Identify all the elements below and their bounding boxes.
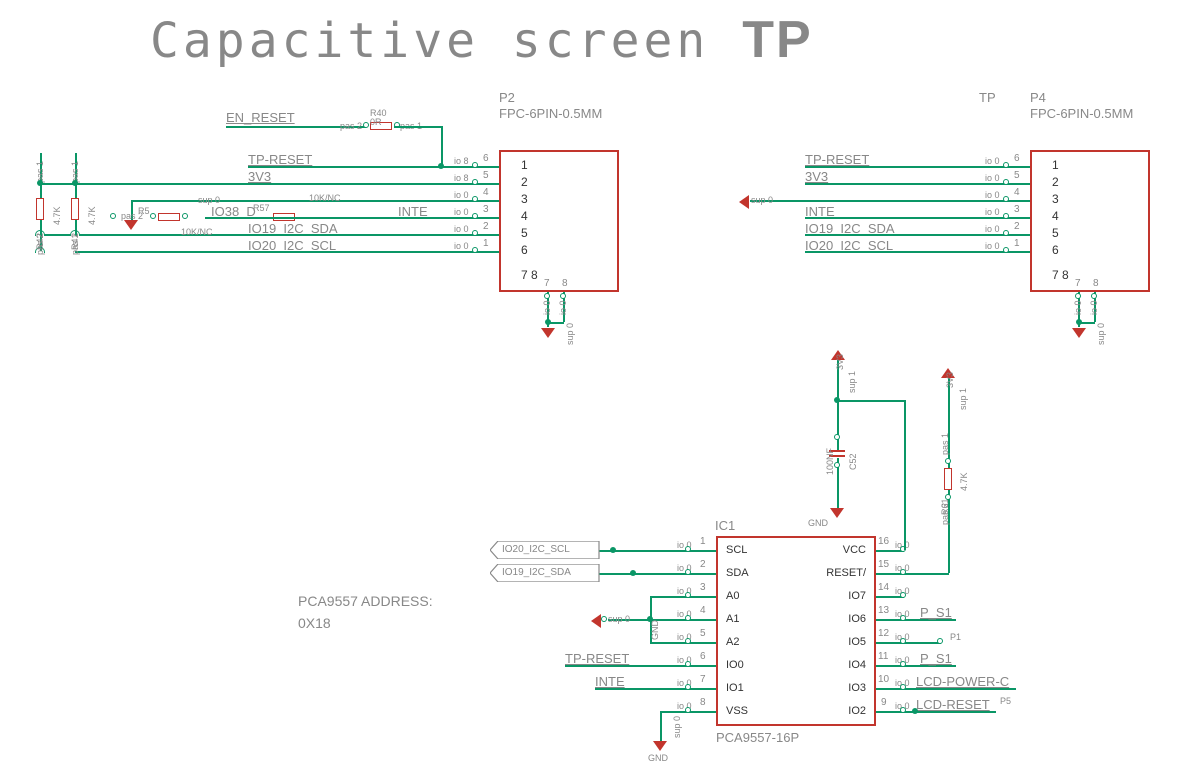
page-title: Capacitive screen TP xyxy=(150,10,813,70)
r40-value: 0R xyxy=(370,117,382,127)
title-suffix: TP xyxy=(742,11,812,69)
gnd-label-bottom: GND xyxy=(648,753,668,763)
connector-p4: TP P4 FPC-6PIN-0.5MM 1 2 3 4 5 6 7 8 TP-… xyxy=(730,80,1170,360)
address-note: PCA9557 ADDRESS: 0X18 xyxy=(298,590,433,635)
net-tp-reset: TP-RESET xyxy=(248,152,312,167)
r41 xyxy=(71,198,79,220)
gnd-icon xyxy=(653,741,667,753)
r42-value: 4.7K xyxy=(52,206,62,225)
p4-footprint: FPC-6PIN-0.5MM xyxy=(1030,106,1133,121)
connector-p2: P2 FPC-6PIN-0.5MM EN_RESET R40 0R pas 2 … xyxy=(0,80,660,360)
r41-value: 4.7K xyxy=(87,206,97,225)
gnd-icon xyxy=(589,614,601,628)
r57-value: 10K/NC xyxy=(309,193,341,203)
r5-value: 10K/NC xyxy=(181,227,213,237)
r5 xyxy=(158,213,180,221)
c52-name: C52 xyxy=(848,453,858,470)
r57-name: R57 xyxy=(253,203,270,213)
net-3v3: 3V3 xyxy=(248,169,271,184)
p4-ref: P4 xyxy=(1030,90,1046,105)
p2-footprint: FPC-6PIN-0.5MM xyxy=(499,106,602,121)
p4-title: TP xyxy=(979,90,996,105)
title-main: Capacitive screen xyxy=(150,13,709,69)
gnd-label-left: GND xyxy=(650,620,660,640)
p2-box: 1 2 3 4 5 6 7 8 xyxy=(499,150,619,292)
r61-value: 4.7K xyxy=(959,472,969,491)
c52-value: 100NF xyxy=(825,448,835,475)
gnd-icon xyxy=(737,195,749,209)
net-en-reset: EN_RESET xyxy=(226,110,295,125)
r61 xyxy=(944,468,952,490)
ic1-ref: IC1 xyxy=(715,518,735,533)
r42 xyxy=(36,198,44,220)
p2-ref: P2 xyxy=(499,90,515,105)
gnd-icon xyxy=(830,508,844,520)
gnd-icon xyxy=(1072,328,1086,340)
ic1-block: IC1 PCA9557-16P SCL SDA A0 A1 A2 IO0 IO1… xyxy=(440,360,1040,770)
ic1-box: SCL SDA A0 A1 A2 IO0 IO1 VSS VCC RESET/ … xyxy=(716,536,876,726)
gnd-icon xyxy=(541,328,555,340)
gnd-icon xyxy=(124,220,138,232)
ic1-part: PCA9557-16P xyxy=(716,730,799,745)
p4-box: 1 2 3 4 5 6 7 8 xyxy=(1030,150,1150,292)
